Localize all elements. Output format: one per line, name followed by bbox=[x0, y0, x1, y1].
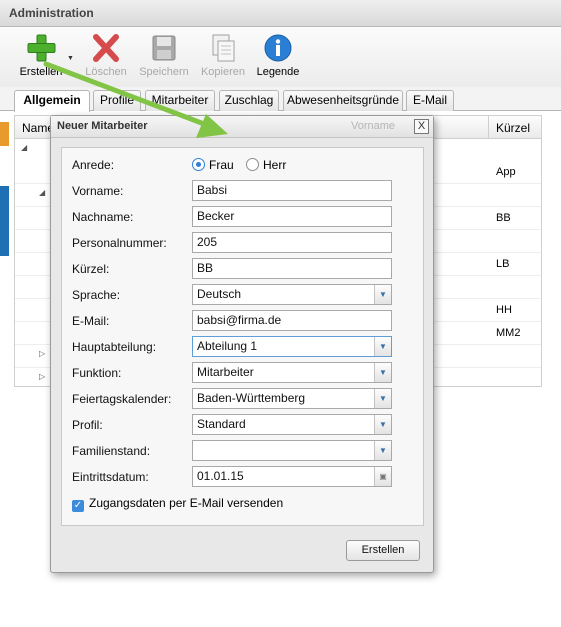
kuerzel-label: Kürzel: bbox=[72, 262, 110, 276]
sprache-value: Deutsch bbox=[197, 287, 242, 301]
vorname-label: Vorname: bbox=[72, 184, 124, 198]
tab-allgemein[interactable]: Allgemein bbox=[14, 90, 90, 112]
tab-mitarbeiter[interactable]: Mitarbeiter bbox=[145, 90, 215, 111]
kuerzel-cell: App bbox=[496, 166, 516, 178]
save-button[interactable]: Speichern bbox=[138, 33, 190, 78]
familienstand-select[interactable]: ▼ bbox=[192, 440, 392, 461]
profil-select[interactable]: Standard ▼ bbox=[192, 414, 392, 435]
tab-abwesenheitsgruende[interactable]: Abwesenheitsgründe bbox=[283, 90, 403, 111]
vorname-field[interactable]: Babsi bbox=[192, 180, 392, 201]
copy-button[interactable]: Kopieren bbox=[198, 33, 248, 78]
copy-icon bbox=[207, 33, 239, 63]
chevron-down-icon[interactable]: ▼ bbox=[67, 55, 74, 62]
delete-button-label: Löschen bbox=[85, 66, 127, 78]
radio-selected-icon bbox=[192, 158, 205, 171]
kuerzel-cell: LB bbox=[496, 258, 510, 270]
window-title: Administration bbox=[9, 6, 94, 20]
eintrittsdatum-value: 01.01.15 bbox=[197, 469, 244, 483]
create-submit-button[interactable]: Erstellen bbox=[346, 540, 420, 561]
create-button[interactable]: Erstellen bbox=[18, 33, 64, 78]
kuerzel-cell: BB bbox=[496, 212, 511, 224]
chevron-down-icon[interactable]: ▼ bbox=[374, 337, 391, 356]
email-field[interactable]: babsi@firma.de bbox=[192, 310, 392, 331]
backdrop-strip bbox=[0, 122, 9, 146]
delete-icon bbox=[90, 33, 122, 63]
dialog-title-bar[interactable]: Neuer Mitarbeiter Vorname X bbox=[51, 116, 433, 138]
chevron-down-icon[interactable]: ▼ bbox=[374, 363, 391, 382]
ghost-column-header: Vorname bbox=[351, 120, 396, 132]
feiertagskalender-value: Baden-Württemberg bbox=[197, 391, 306, 405]
radio-herr-label: Herr bbox=[263, 158, 287, 172]
personalnummer-field[interactable]: 205 bbox=[192, 232, 392, 253]
sprache-label: Sprache: bbox=[72, 288, 121, 302]
toolbar: Erstellen ▼ Löschen Speichern Kopieren L… bbox=[0, 27, 561, 87]
column-kuerzel[interactable]: Kürzel bbox=[496, 121, 530, 135]
kuerzel-cell: HH bbox=[496, 304, 512, 316]
send-credentials-checkbox[interactable]: ✓ Zugangsdaten per E-Mail versenden bbox=[72, 496, 283, 512]
tree-collapsed-icon[interactable]: ▷ bbox=[39, 372, 45, 381]
copy-button-label: Kopieren bbox=[200, 66, 246, 78]
save-icon bbox=[148, 33, 180, 63]
nachname-field[interactable]: Becker bbox=[192, 206, 392, 227]
funktion-value: Mitarbeiter bbox=[197, 365, 254, 379]
eintrittsdatum-field[interactable]: 01.01.15 ▣ bbox=[192, 466, 392, 487]
legend-button[interactable]: Legende bbox=[254, 33, 302, 78]
new-employee-dialog: Neuer Mitarbeiter Vorname X Anrede: Frau… bbox=[50, 115, 434, 573]
radio-frau[interactable]: Frau bbox=[192, 158, 234, 172]
title-bar: Administration bbox=[0, 0, 561, 27]
funktion-label: Funktion: bbox=[72, 366, 122, 380]
profil-value: Standard bbox=[197, 417, 246, 431]
app-root: Administration Erstellen ▼ Löschen Speic… bbox=[0, 0, 561, 627]
checkmark-icon: ✓ bbox=[72, 500, 84, 512]
chevron-down-icon[interactable]: ▼ bbox=[374, 285, 391, 304]
calendar-icon[interactable]: ▣ bbox=[374, 467, 391, 486]
info-icon bbox=[262, 33, 294, 63]
chevron-down-icon[interactable]: ▼ bbox=[374, 415, 391, 434]
familienstand-label: Familienstand: bbox=[72, 444, 151, 458]
plus-icon bbox=[25, 33, 57, 63]
tab-email[interactable]: E-Mail bbox=[406, 90, 454, 111]
profil-label: Profil: bbox=[72, 418, 103, 432]
tree-expand-icon[interactable]: ◢ bbox=[21, 143, 27, 152]
sprache-select[interactable]: Deutsch ▼ bbox=[192, 284, 392, 305]
send-credentials-label: Zugangsdaten per E-Mail versenden bbox=[89, 496, 284, 510]
feiertagskalender-label: Feiertagskalender: bbox=[72, 392, 172, 406]
feiertagskalender-select[interactable]: Baden-Württemberg ▼ bbox=[192, 388, 392, 409]
chevron-down-icon[interactable]: ▼ bbox=[374, 389, 391, 408]
hauptabteilung-label: Hauptabteilung: bbox=[72, 340, 157, 354]
close-button[interactable]: X bbox=[414, 119, 429, 134]
column-separator bbox=[488, 116, 489, 139]
kuerzel-field[interactable]: BB bbox=[192, 258, 392, 279]
radio-herr[interactable]: Herr bbox=[246, 158, 286, 172]
legend-button-label: Legende bbox=[256, 66, 300, 78]
save-button-label: Speichern bbox=[139, 66, 189, 78]
email-label: E-Mail: bbox=[72, 314, 110, 328]
form-panel: Anrede: Frau Herr Vorname: Babsi Nachnam… bbox=[61, 147, 424, 526]
hauptabteilung-value: Abteilung 1 bbox=[197, 339, 258, 353]
kuerzel-cell: MM2 bbox=[496, 327, 521, 339]
delete-button[interactable]: Löschen bbox=[82, 33, 130, 78]
anrede-label: Anrede: bbox=[72, 158, 115, 172]
radio-frau-label: Frau bbox=[209, 158, 234, 172]
funktion-select[interactable]: Mitarbeiter ▼ bbox=[192, 362, 392, 383]
backdrop-strip bbox=[0, 186, 9, 256]
eintrittsdatum-label: Eintrittsdatum: bbox=[72, 470, 149, 484]
hauptabteilung-select[interactable]: Abteilung 1 ▼ bbox=[192, 336, 392, 357]
tab-zuschlag[interactable]: Zuschlag bbox=[219, 90, 279, 111]
radio-unselected-icon bbox=[246, 158, 259, 171]
tab-bar: Allgemein Profile Mitarbeiter Zuschlag A… bbox=[0, 87, 561, 112]
tab-profile[interactable]: Profile bbox=[93, 90, 141, 111]
create-button-label: Erstellen bbox=[19, 66, 63, 78]
dialog-title: Neuer Mitarbeiter bbox=[57, 120, 148, 132]
personalnummer-label: Personalnummer: bbox=[72, 236, 167, 250]
chevron-down-icon[interactable]: ▼ bbox=[374, 441, 391, 460]
anrede-radio-group: Frau Herr bbox=[192, 158, 392, 174]
nachname-label: Nachname: bbox=[72, 210, 134, 224]
